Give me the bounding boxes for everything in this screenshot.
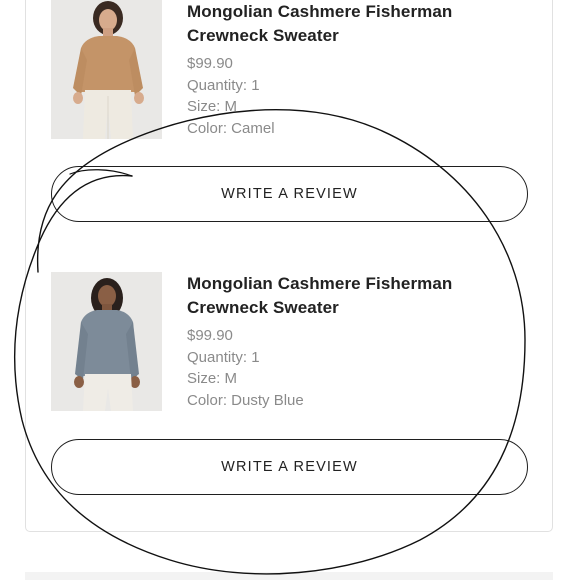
product-title-line: Crewneck Sweater <box>187 26 339 45</box>
product-size: Size: M <box>187 370 238 387</box>
product-title-line: Mongolian Cashmere Fisherman <box>187 2 453 21</box>
model-photo-icon <box>51 0 162 139</box>
write-review-label: WRITE A REVIEW <box>221 459 358 475</box>
product-title-line: Mongolian Cashmere Fisherman <box>187 274 453 293</box>
product-price: $99.90 <box>187 55 233 72</box>
write-review-label: WRITE A REVIEW <box>221 186 358 202</box>
product-meta: $99.90 Quantity: 1 Size: M Color: Camel <box>187 53 517 139</box>
product-title[interactable]: Mongolian Cashmere Fisherman Crewneck Sw… <box>187 272 517 320</box>
page-footer-strip <box>25 572 553 580</box>
product-title-line: Crewneck Sweater <box>187 298 339 317</box>
product-color: Color: Dusty Blue <box>187 391 304 409</box>
product-quantity: Quantity: 1 <box>187 348 260 366</box>
product-price: $99.90 <box>187 327 233 344</box>
write-review-button[interactable]: WRITE A REVIEW <box>51 166 528 222</box>
product-image-camel-sweater[interactable] <box>51 0 162 139</box>
product-size: Size: M <box>187 98 238 115</box>
model-photo-icon <box>51 272 162 411</box>
product-color: Color: Camel <box>187 119 275 137</box>
product-meta: $99.90 Quantity: 1 Size: M Color: Dusty … <box>187 325 517 411</box>
product-info: Mongolian Cashmere Fisherman Crewneck Sw… <box>187 272 517 411</box>
product-title[interactable]: Mongolian Cashmere Fisherman Crewneck Sw… <box>187 0 517 48</box>
product-image-dusty-blue-sweater[interactable] <box>51 272 162 411</box>
product-quantity: Quantity: 1 <box>187 76 260 94</box>
write-review-button[interactable]: WRITE A REVIEW <box>51 439 528 495</box>
order-review-page: Mongolian Cashmere Fisherman Crewneck Sw… <box>0 0 580 580</box>
product-info: Mongolian Cashmere Fisherman Crewneck Sw… <box>187 0 517 139</box>
